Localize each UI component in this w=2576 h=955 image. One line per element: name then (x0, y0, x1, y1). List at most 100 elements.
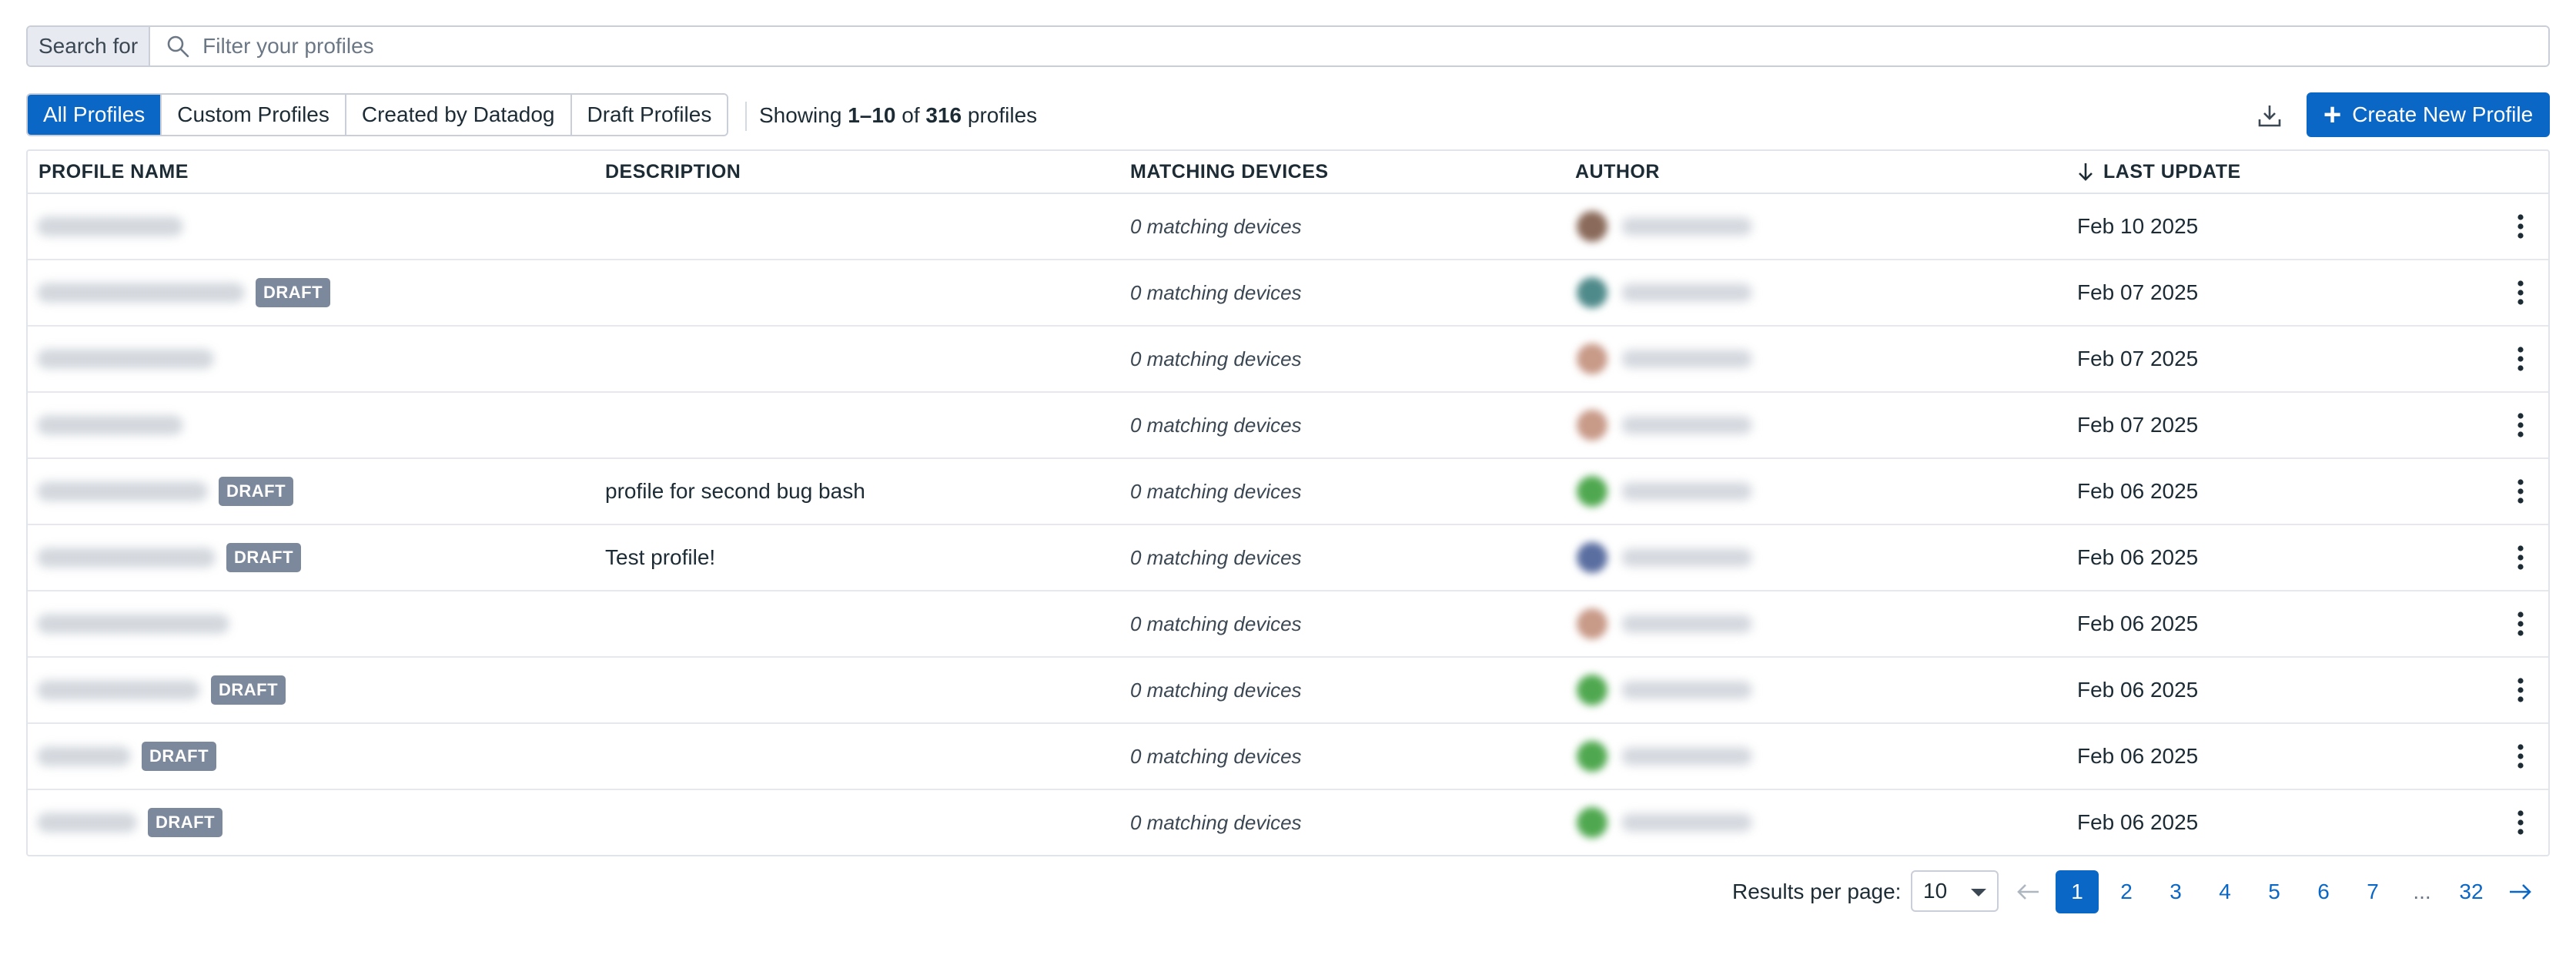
row-actions-button[interactable] (2505, 393, 2536, 457)
filter-created-by-datadog[interactable]: Created by Datadog (346, 95, 572, 135)
profile-name-cell[interactable]: DRAFT (37, 658, 286, 722)
profiles-table: PROFILE NAME DESCRIPTION MATCHING DEVICE… (26, 149, 2550, 856)
more-vertical-icon (2517, 280, 2524, 305)
next-page-button[interactable] (2499, 870, 2542, 913)
redacted-author-name (1621, 615, 1752, 633)
row-actions-button[interactable] (2505, 658, 2536, 722)
download-button[interactable] (2250, 96, 2290, 136)
profile-name-cell[interactable]: DRAFT (37, 459, 294, 524)
create-new-profile-button[interactable]: + Create New Profile (2307, 92, 2550, 137)
filter-draft-profiles[interactable]: Draft Profiles (571, 95, 728, 135)
prev-page-button[interactable] (2006, 870, 2049, 913)
filter-custom-profiles[interactable]: Custom Profiles (162, 95, 346, 135)
profile-name-cell[interactable] (37, 591, 229, 656)
search-prefix-label: Search for (28, 27, 151, 65)
last-update-cell: Feb 06 2025 (2077, 744, 2199, 768)
more-vertical-icon (2517, 612, 2524, 636)
avatar (1577, 807, 1607, 838)
page-2-button[interactable]: 2 (2105, 870, 2148, 913)
summary-range: 1–10 (848, 103, 896, 127)
column-header-author[interactable]: AUTHOR (1575, 161, 1660, 183)
page-5-button[interactable]: 5 (2253, 870, 2296, 913)
redacted-profile-name (37, 415, 183, 435)
redacted-author-name (1621, 350, 1752, 368)
last-update-cell: Feb 07 2025 (2077, 347, 2199, 370)
profile-name-cell[interactable]: DRAFT (37, 724, 217, 789)
profiles-page: Search for All ProfilesCustom ProfilesCr… (0, 0, 2576, 955)
redacted-profile-name (37, 283, 245, 303)
filter-all-profiles[interactable]: All Profiles (28, 95, 162, 135)
avatar (1577, 675, 1607, 705)
row-actions-button[interactable] (2505, 194, 2536, 259)
last-update-cell: Feb 07 2025 (2077, 280, 2199, 304)
more-vertical-icon (2517, 678, 2524, 702)
avatar (1577, 741, 1607, 772)
row-actions-button[interactable] (2505, 327, 2536, 391)
page-3-button[interactable]: 3 (2154, 870, 2197, 913)
pagination-ellipsis: ... (2413, 880, 2431, 903)
row-actions-button[interactable] (2505, 790, 2536, 855)
draft-badge: DRAFT (142, 742, 217, 771)
avatar (1577, 277, 1607, 308)
results-summary: Showing 1–10 of 316 profiles (759, 102, 1037, 129)
row-actions-button[interactable] (2505, 459, 2536, 524)
page-1-button[interactable]: 1 (2056, 870, 2099, 913)
more-vertical-icon (2517, 810, 2524, 835)
profile-name-cell[interactable]: DRAFT (37, 525, 302, 590)
more-vertical-icon (2517, 214, 2524, 239)
table-row[interactable]: 0 matching devices Feb 07 2025 (28, 393, 2548, 459)
column-header-matching-devices[interactable]: MATCHING DEVICES (1130, 161, 1329, 183)
draft-badge: DRAFT (148, 808, 223, 837)
page-4-button[interactable]: 4 (2203, 870, 2246, 913)
page-32-button[interactable]: 32 (2450, 870, 2493, 913)
author-cell (1577, 393, 1752, 457)
profile-name-cell[interactable] (37, 327, 214, 391)
author-cell (1577, 724, 1752, 789)
table-row[interactable]: DRAFT 0 matching devices Feb 06 2025 (28, 724, 2548, 790)
table-row[interactable]: DRAFT 0 matching devices Feb 06 2025 (28, 790, 2548, 855)
author-cell (1577, 525, 1752, 590)
last-update-cell: Feb 06 2025 (2077, 545, 2199, 569)
redacted-author-name (1621, 283, 1752, 302)
profile-name-cell[interactable] (37, 194, 183, 259)
row-actions-button[interactable] (2505, 260, 2536, 325)
table-row[interactable]: 0 matching devices Feb 06 2025 (28, 591, 2548, 658)
column-header-description[interactable]: DESCRIPTION (605, 161, 741, 183)
table-row[interactable]: DRAFT profile for second bug bash 0 matchi… (28, 459, 2548, 525)
last-update-cell: Feb 07 2025 (2077, 413, 2199, 437)
table-row[interactable]: 0 matching devices Feb 07 2025 (28, 327, 2548, 393)
matching-devices-cell: 0 matching devices (1130, 744, 1302, 768)
divider (745, 102, 747, 131)
redacted-author-name (1621, 217, 1752, 236)
profile-name-cell[interactable]: DRAFT (37, 260, 331, 325)
row-actions-button[interactable] (2505, 525, 2536, 590)
table-row[interactable]: DRAFT Test profile! 0 matching devices Feb … (28, 525, 2548, 591)
page-7-button[interactable]: 7 (2351, 870, 2394, 913)
draft-badge: DRAFT (211, 675, 286, 705)
redacted-profile-name (37, 349, 214, 369)
table-row[interactable]: DRAFT 0 matching devices Feb 07 2025 (28, 260, 2548, 327)
redacted-profile-name (37, 813, 137, 833)
matching-devices-cell: 0 matching devices (1130, 413, 1302, 437)
last-update-cell: Feb 06 2025 (2077, 479, 2199, 503)
search-bar: Search for (26, 25, 2550, 67)
caret-down-icon (1971, 889, 1986, 896)
profile-name-cell[interactable] (37, 393, 183, 457)
redacted-profile-name (37, 481, 208, 501)
row-actions-button[interactable] (2505, 724, 2536, 789)
table-row[interactable]: 0 matching devices Feb 10 2025 (28, 194, 2548, 260)
column-header-last-update[interactable]: LAST UPDATE (2076, 161, 2241, 183)
search-input[interactable] (195, 27, 2548, 65)
page-6-button[interactable]: 6 (2302, 870, 2345, 913)
avatar (1577, 542, 1607, 573)
column-header-profile-name[interactable]: PROFILE NAME (38, 161, 189, 183)
profile-name-cell[interactable]: DRAFT (37, 790, 223, 855)
table-row[interactable]: DRAFT 0 matching devices Feb 06 2025 (28, 658, 2548, 724)
profile-filter-group: All Profiles Custom Profiles Created by Da… (26, 93, 729, 136)
row-actions-button[interactable] (2505, 591, 2536, 656)
results-per-page-select[interactable]: 10 (1911, 870, 1999, 912)
redacted-profile-name (37, 216, 183, 236)
draft-badge: DRAFT (226, 543, 302, 572)
summary-total: 316 (925, 103, 962, 127)
pagination: 1 2 3 4 5 6 7... 32 (2006, 870, 2548, 913)
